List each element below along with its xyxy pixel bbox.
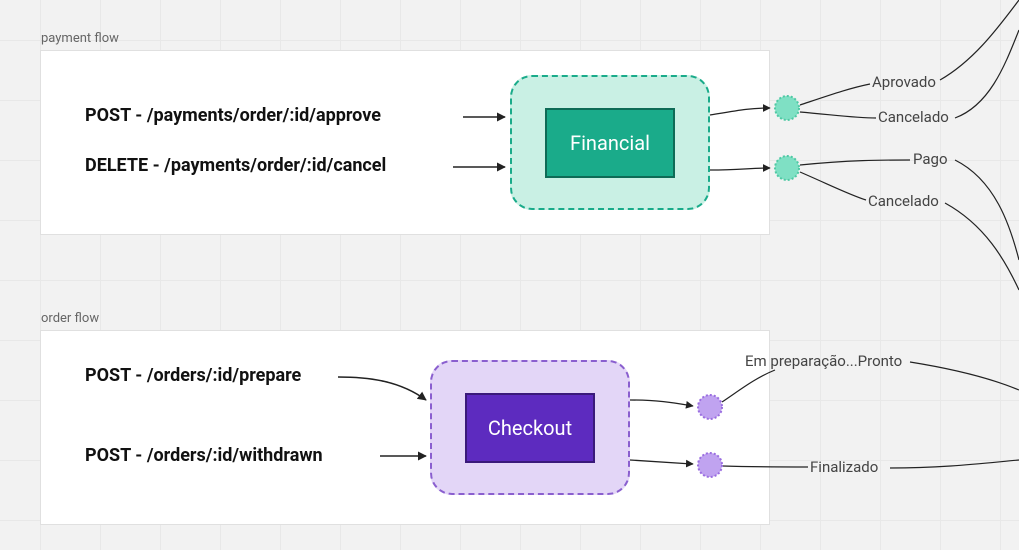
endpoint-cancel-payment: DELETE - /payments/order/:id/cancel (85, 155, 386, 176)
event-cancelado-1: Cancelado (878, 108, 949, 126)
group-payment-label: payment flow (41, 31, 119, 46)
endpoint-withdrawn: POST - /orders/:id/withdrawn (85, 445, 323, 466)
gear-icon (772, 153, 802, 183)
event-preparacao: Em preparação...Pronto (745, 352, 902, 370)
service-financial-inner: Financial (545, 108, 675, 178)
service-financial: Financial (510, 75, 710, 210)
endpoint-prepare: POST - /orders/:id/prepare (85, 365, 301, 386)
group-order-label: order flow (41, 311, 99, 326)
service-checkout-label: Checkout (488, 416, 572, 440)
group-order-flow: order flow (40, 330, 770, 525)
service-checkout: Checkout (430, 360, 630, 495)
gear-icon (695, 392, 725, 422)
diagram-canvas: payment flow order flow POST - /payments… (0, 0, 1019, 550)
event-pago: Pago (913, 150, 948, 168)
event-finalizado: Finalizado (810, 458, 878, 476)
service-financial-label: Financial (570, 131, 650, 155)
event-cancelado-2: Cancelado (868, 192, 939, 210)
event-aprovado: Aprovado (872, 73, 936, 91)
service-checkout-inner: Checkout (465, 393, 595, 463)
gear-icon (772, 93, 802, 123)
endpoint-approve: POST - /payments/order/:id/approve (85, 105, 381, 126)
gear-icon (695, 450, 725, 480)
